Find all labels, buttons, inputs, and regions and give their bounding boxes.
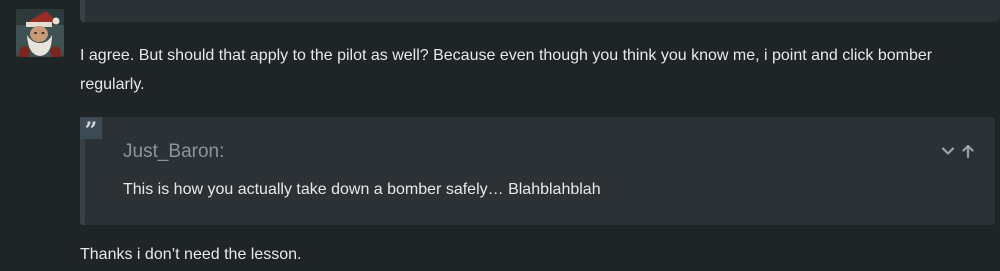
- quote-controls: [941, 144, 975, 158]
- previous-quote-block: [80, 0, 1000, 22]
- avatar-image: [16, 9, 64, 57]
- quote-mark-icon: ”: [80, 117, 102, 142]
- post-paragraph-2: Thanks i don’t need the lesson.: [80, 246, 302, 263]
- arrow-up-icon[interactable]: [961, 144, 975, 158]
- avatar[interactable]: [16, 9, 64, 57]
- quote-author[interactable]: Just_Baron:: [123, 141, 224, 163]
- quote-body: This is how you actually take down a bom…: [123, 181, 601, 198]
- chevron-down-icon[interactable]: [941, 144, 955, 158]
- quote-block: ” Just_Baron: This is how you actually t…: [80, 117, 995, 225]
- post-paragraph: I agree. But should that apply to the pi…: [80, 47, 933, 93]
